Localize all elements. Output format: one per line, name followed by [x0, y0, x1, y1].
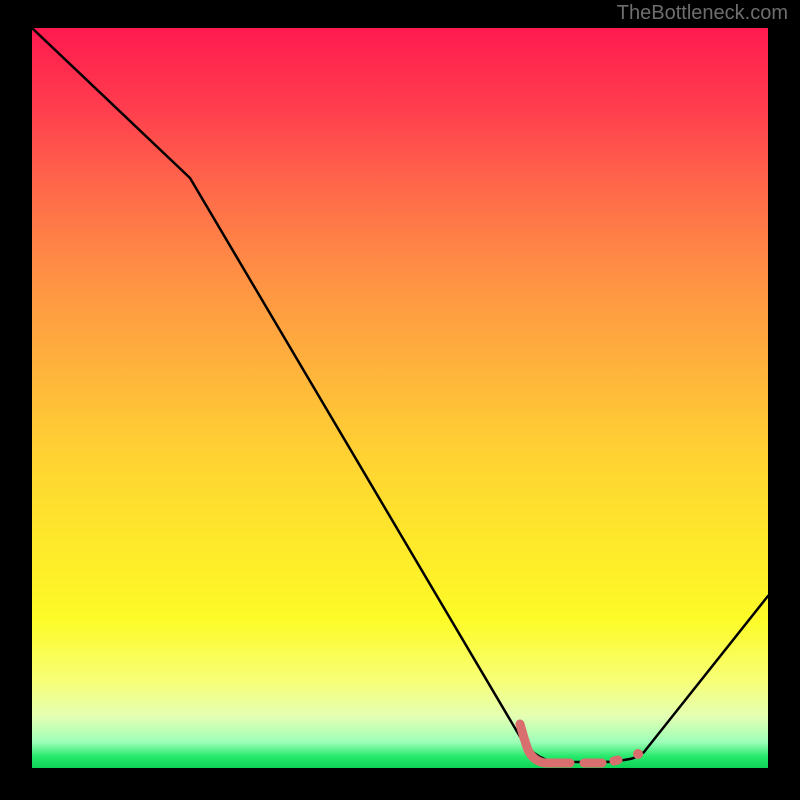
chart-container: TheBottleneck.com: [0, 0, 800, 800]
watermark-text: TheBottleneck.com: [617, 2, 788, 25]
plot-area-gradient: [32, 28, 768, 768]
